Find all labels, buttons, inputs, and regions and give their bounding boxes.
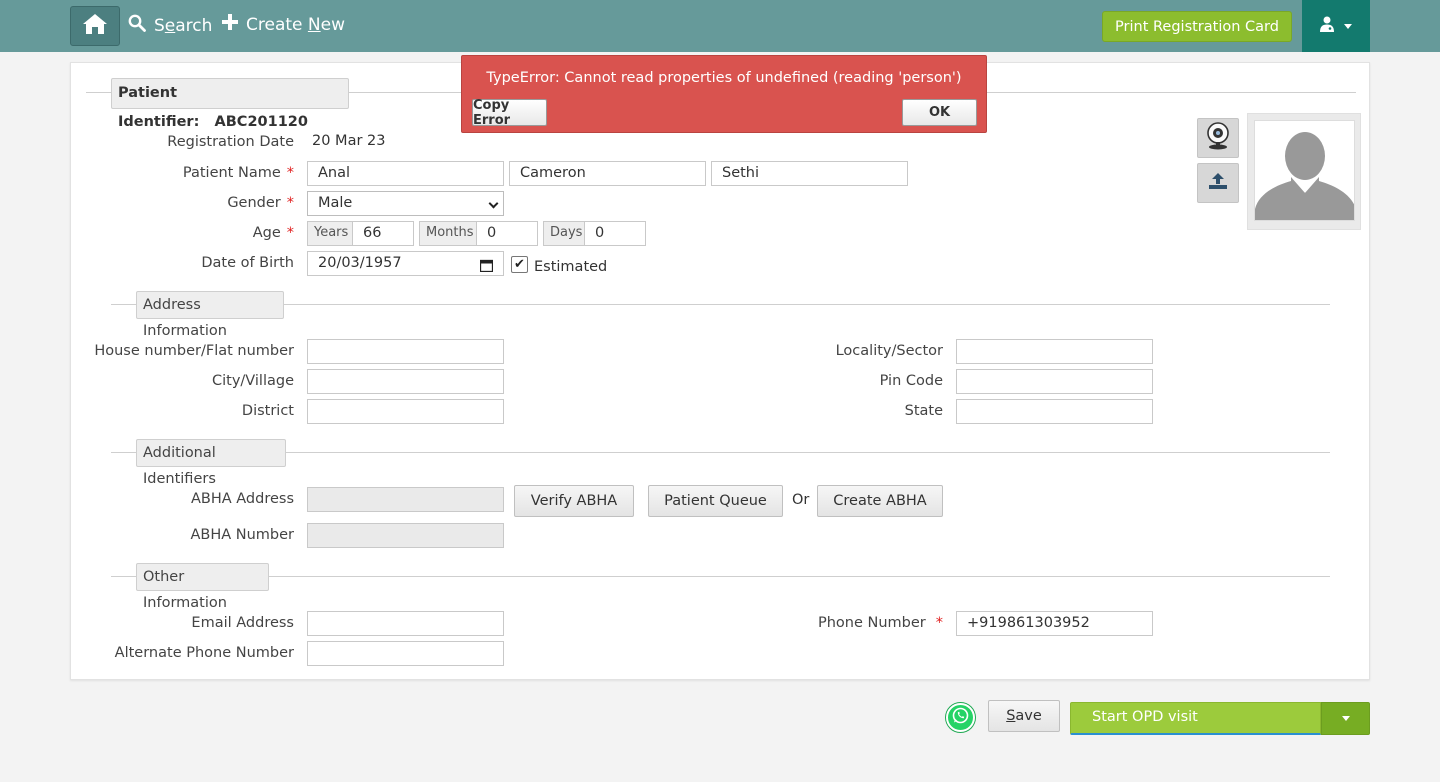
plus-icon	[222, 14, 238, 35]
whatsapp-icon	[952, 707, 969, 728]
user-menu-button[interactable]	[1302, 0, 1370, 52]
middle-name-input[interactable]: Cameron	[509, 161, 706, 186]
house-number-label: House number/Flat number	[94, 343, 294, 359]
house-number-input[interactable]	[307, 339, 504, 364]
patient-queue-button[interactable]: Patient Queue	[648, 485, 783, 517]
error-message: TypeError: Cannot read properties of und…	[486, 70, 962, 86]
age-days-input[interactable]: 0	[584, 221, 646, 246]
capture-photo-button[interactable]	[1197, 118, 1239, 158]
gender-select[interactable]: Male	[307, 191, 504, 216]
first-name-input[interactable]: Anal	[307, 161, 504, 186]
divider	[111, 452, 1330, 453]
other-information-title: Other Information	[136, 563, 269, 611]
city-village-input[interactable]	[307, 369, 504, 394]
locality-sector-input[interactable]	[956, 339, 1153, 364]
estimated-label: Estimated	[534, 259, 608, 275]
search-nav-label: Search	[154, 15, 213, 36]
home-button[interactable]	[70, 6, 120, 46]
chevron-down-icon	[488, 198, 499, 209]
city-village-label: City/Village	[211, 373, 294, 389]
abha-number-input	[307, 523, 504, 548]
alternate-phone-label: Alternate Phone Number	[114, 645, 294, 661]
last-name-input[interactable]: Sethi	[711, 161, 908, 186]
alternate-phone-input[interactable]	[307, 641, 504, 666]
chevron-down-icon	[1344, 23, 1352, 29]
phone-number-input[interactable]: +919861303952	[956, 611, 1153, 636]
top-navbar: Search Create New Print Registration Car…	[0, 0, 1440, 52]
abha-address-input	[307, 487, 504, 512]
avatar-placeholder-icon	[1254, 120, 1355, 221]
divider	[111, 304, 1330, 305]
email-address-input[interactable]	[307, 611, 504, 636]
home-icon	[82, 13, 108, 39]
upload-icon	[1208, 172, 1228, 194]
user-doctor-icon	[1320, 16, 1334, 36]
error-dialog: TypeError: Cannot read properties of und…	[461, 55, 987, 133]
verify-abha-button[interactable]: Verify ABHA	[514, 485, 634, 517]
age-years-input[interactable]: 66	[352, 221, 414, 246]
address-section-title: Address Information	[136, 291, 284, 339]
search-nav-link[interactable]: Search	[128, 14, 212, 37]
district-label: District	[241, 403, 294, 419]
caret-down-icon	[1341, 716, 1350, 721]
abha-number-label: ABHA Number	[190, 527, 294, 543]
calendar-icon[interactable]	[479, 257, 494, 280]
state-input[interactable]	[956, 399, 1153, 424]
patient-identifier-value: ABC201120	[214, 114, 308, 130]
pin-code-label: Pin Code	[879, 373, 943, 389]
date-of-birth-input[interactable]: 20/03/1957	[307, 251, 504, 276]
months-addon: Months	[419, 221, 481, 246]
email-address-label: Email Address	[191, 615, 294, 631]
years-addon: Years	[307, 221, 356, 246]
date-of-birth-label: Date of Birth	[201, 255, 294, 271]
copy-error-button[interactable]: Copy Error	[472, 98, 547, 128]
age-label: Age *	[252, 225, 294, 241]
patient-photo-frame	[1247, 113, 1361, 230]
create-new-nav-label: Create New	[246, 14, 345, 35]
phone-number-label: Phone Number *	[817, 615, 943, 631]
pin-code-input[interactable]	[956, 369, 1153, 394]
patient-identifier-legend: Patient Identifier: ABC201120	[111, 78, 349, 130]
divider	[111, 576, 1330, 577]
registration-date-label: Registration Date	[167, 134, 294, 150]
create-abha-button[interactable]: Create ABHA	[817, 485, 943, 517]
webcam-icon	[1205, 122, 1231, 154]
age-months-input[interactable]: 0	[476, 221, 538, 246]
error-ok-button[interactable]: OK	[902, 99, 977, 126]
registration-date-value: 20 Mar 23	[312, 133, 386, 149]
registration-form-panel: Patient Identifier: ABC201120 Registrati…	[70, 62, 1370, 680]
estimated-checkbox[interactable]: ✔	[511, 256, 528, 273]
or-label: Or	[792, 492, 810, 508]
abha-address-label: ABHA Address	[190, 491, 294, 507]
visit-type-dropdown-button[interactable]	[1321, 702, 1370, 735]
search-icon	[128, 14, 146, 37]
upload-photo-button[interactable]	[1197, 163, 1239, 203]
state-label: State	[904, 403, 943, 419]
additional-identifiers-title: Additional Identifiers	[136, 439, 286, 487]
patient-name-label: Patient Name *	[182, 165, 294, 181]
locality-sector-label: Locality/Sector	[835, 343, 943, 359]
create-new-nav-link[interactable]: Create New	[222, 14, 345, 35]
district-input[interactable]	[307, 399, 504, 424]
print-registration-card-button[interactable]: Print Registration Card	[1102, 11, 1292, 42]
days-addon: Days	[543, 221, 590, 246]
save-button[interactable]: Save	[988, 700, 1060, 732]
start-opd-visit-button[interactable]: Start OPD visit	[1070, 702, 1321, 735]
whatsapp-button[interactable]	[946, 703, 975, 732]
gender-label: Gender *	[227, 195, 294, 211]
